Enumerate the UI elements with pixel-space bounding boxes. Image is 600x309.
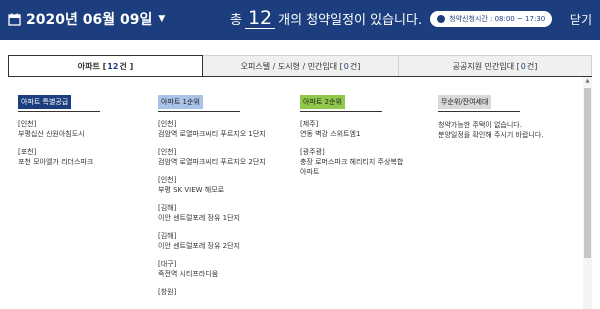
tab-count: 0 xyxy=(520,61,526,71)
list-item[interactable]: [인천] 검암역 로열파크씨티 푸르지오 2단지 xyxy=(158,148,266,167)
category-label: 무순위/잔여세대 xyxy=(438,95,492,109)
list-item[interactable]: [인천] 부평 SK VIEW 해모로 xyxy=(158,176,266,195)
category-header: 아파트 2순위 xyxy=(300,89,382,112)
complex-name[interactable]: 검암역 로열파크씨티 푸르지오 1단지 xyxy=(158,129,266,139)
schedule-count: 12 xyxy=(244,8,276,29)
complex-name[interactable]: 포천 모아엘가 리더스파크 xyxy=(18,157,100,167)
region-label: [인천] xyxy=(158,176,177,184)
region-label: [인천] xyxy=(158,148,177,156)
complex-name[interactable]: 죽전역 시티프라디움 xyxy=(158,269,266,279)
tab-label: 오피스텔 / 도시형 / 민간임대 [ xyxy=(240,61,343,71)
column-second-rank: 아파트 2순위 [제주] 연동 벽강 스위트엠1 [광주광] 충장 로머스파크 … xyxy=(300,89,403,186)
complex-name[interactable]: 검암역 로열파크씨티 푸르지오 2단지 xyxy=(158,157,266,167)
calendar-icon xyxy=(8,13,21,26)
list-item[interactable]: [인천] 부평십산 신원아침도시 xyxy=(18,120,100,139)
region-label: [광주광] xyxy=(300,148,325,156)
list-item[interactable]: [광주광] 충장 로머스파크 헤리티지 주상복합 아파트 xyxy=(300,148,403,177)
summary-prefix: 총 xyxy=(230,13,242,28)
complex-name[interactable]: 이안 센트럴포레 장유 1단지 xyxy=(158,213,266,223)
region-label: [창원] xyxy=(158,288,177,296)
complex-name[interactable]: 충장 로머스파크 헤리티지 주상복합 xyxy=(300,157,403,167)
scroll-up-icon[interactable]: ▲ xyxy=(583,77,592,86)
hours-badge: 청약신청시간 : 08:00 ~ 17:30 xyxy=(430,10,553,27)
hours-text: 청약신청시간 : 08:00 ~ 17:30 xyxy=(449,14,546,23)
category-label: 아파트 2순위 xyxy=(300,95,345,109)
category-header: 아파트 1순위 xyxy=(158,89,240,112)
summary-suffix: 개의 청약일정이 있습니다. xyxy=(278,13,423,28)
vertical-scrollbar[interactable]: ▲ xyxy=(583,77,592,309)
list-item[interactable]: [제주] 연동 벽강 스위트엠1 xyxy=(300,120,403,139)
list-item[interactable]: [창원] xyxy=(158,288,266,297)
tab-count: 0 xyxy=(343,61,349,71)
region-label: [대구] xyxy=(158,260,177,268)
schedule-summary: 총 12 개의 청약일정이 있습니다. 청약신청시간 : 08:00 ~ 17:… xyxy=(230,8,553,29)
tab-suffix: 건 ] xyxy=(119,61,134,71)
tab-suffix: 건] xyxy=(526,61,538,71)
category-header: 아파트 특별공급 xyxy=(18,89,100,112)
complex-name[interactable]: 이안 센트럴포레 장유 2단지 xyxy=(158,241,266,251)
tab-apartment[interactable]: 아파트 [ 12 건 ] xyxy=(8,55,203,77)
list-item[interactable]: [김해] 이안 센트럴포레 장유 1단지 xyxy=(158,204,266,223)
region-label: [포천] xyxy=(18,148,37,156)
list-item[interactable]: [인천] 검암역 로열파크씨티 푸르지오 1단지 xyxy=(158,120,266,139)
tab-suffix: 건] xyxy=(349,61,361,71)
tab-bar: 아파트 [ 12 건 ] 오피스텔 / 도시형 / 민간임대 [ 0 건] 공공… xyxy=(8,55,592,77)
selected-date: 2020년 06월 09일 xyxy=(26,12,153,28)
category-label: 아파트 특별공급 xyxy=(18,95,72,109)
region-label: [인천] xyxy=(158,120,177,128)
tab-label: 아파트 [ xyxy=(77,61,107,71)
complex-name[interactable]: 부평 SK VIEW 해모로 xyxy=(158,185,266,195)
tab-public-rental[interactable]: 공공지원 민간임대 [ 0 건] xyxy=(399,55,592,77)
tab-officetel[interactable]: 오피스텔 / 도시형 / 민간임대 [ 0 건] xyxy=(203,55,399,77)
list-item[interactable]: [김해] 이안 센트럴포레 장유 2단지 xyxy=(158,232,266,251)
region-label: [인천] xyxy=(18,120,37,128)
category-label: 아파트 1순위 xyxy=(158,95,203,109)
clock-icon xyxy=(437,14,446,23)
empty-notice-line: 청약가능한 주택이 없습니다. xyxy=(438,121,522,129)
empty-notice-line: 분양일정을 확인해 주시기 바랍니다. xyxy=(438,131,544,139)
category-header: 무순위/잔여세대 xyxy=(438,89,520,112)
close-button[interactable]: 닫기 xyxy=(570,11,592,28)
column-first-rank: 아파트 1순위 [인천] 검암역 로열파크씨티 푸르지오 1단지 [인천] 검암… xyxy=(158,89,266,306)
complex-name-continued[interactable]: 아파트 xyxy=(300,167,403,177)
region-label: [제주] xyxy=(300,120,319,128)
complex-name[interactable]: 연동 벽강 스위트엠1 xyxy=(300,129,403,139)
column-no-rank: 무순위/잔여세대 청약가능한 주택이 없습니다. 분양일정을 확인해 주시기 바… xyxy=(438,89,544,140)
complex-name[interactable]: 부평십산 신원아침도시 xyxy=(18,129,100,139)
scroll-thumb[interactable] xyxy=(584,88,591,258)
tab-label: 공공지원 민간임대 [ xyxy=(452,61,520,71)
header-bar: 2020년 06월 09일 ▼ 총 12 개의 청약일정이 있습니다. 청약신청… xyxy=(0,0,600,40)
chevron-down-icon[interactable]: ▼ xyxy=(158,14,165,24)
list-item[interactable]: [포천] 포천 모아엘가 리더스파크 xyxy=(18,148,100,167)
tab-count: 12 xyxy=(107,61,119,71)
region-label: [김해] xyxy=(158,204,177,212)
date-selector[interactable]: 2020년 06월 09일 ▼ xyxy=(8,9,165,29)
tab-underline xyxy=(8,76,592,77)
list-item[interactable]: [대구] 죽전역 시티프라디움 xyxy=(158,260,266,279)
region-label: [김해] xyxy=(158,232,177,240)
column-special-supply: 아파트 특별공급 [인천] 부평십산 신원아침도시 [포천] 포천 모아엘가 리… xyxy=(18,89,100,176)
schedule-content: 아파트 특별공급 [인천] 부평십산 신원아침도시 [포천] 포천 모아엘가 리… xyxy=(8,77,592,309)
